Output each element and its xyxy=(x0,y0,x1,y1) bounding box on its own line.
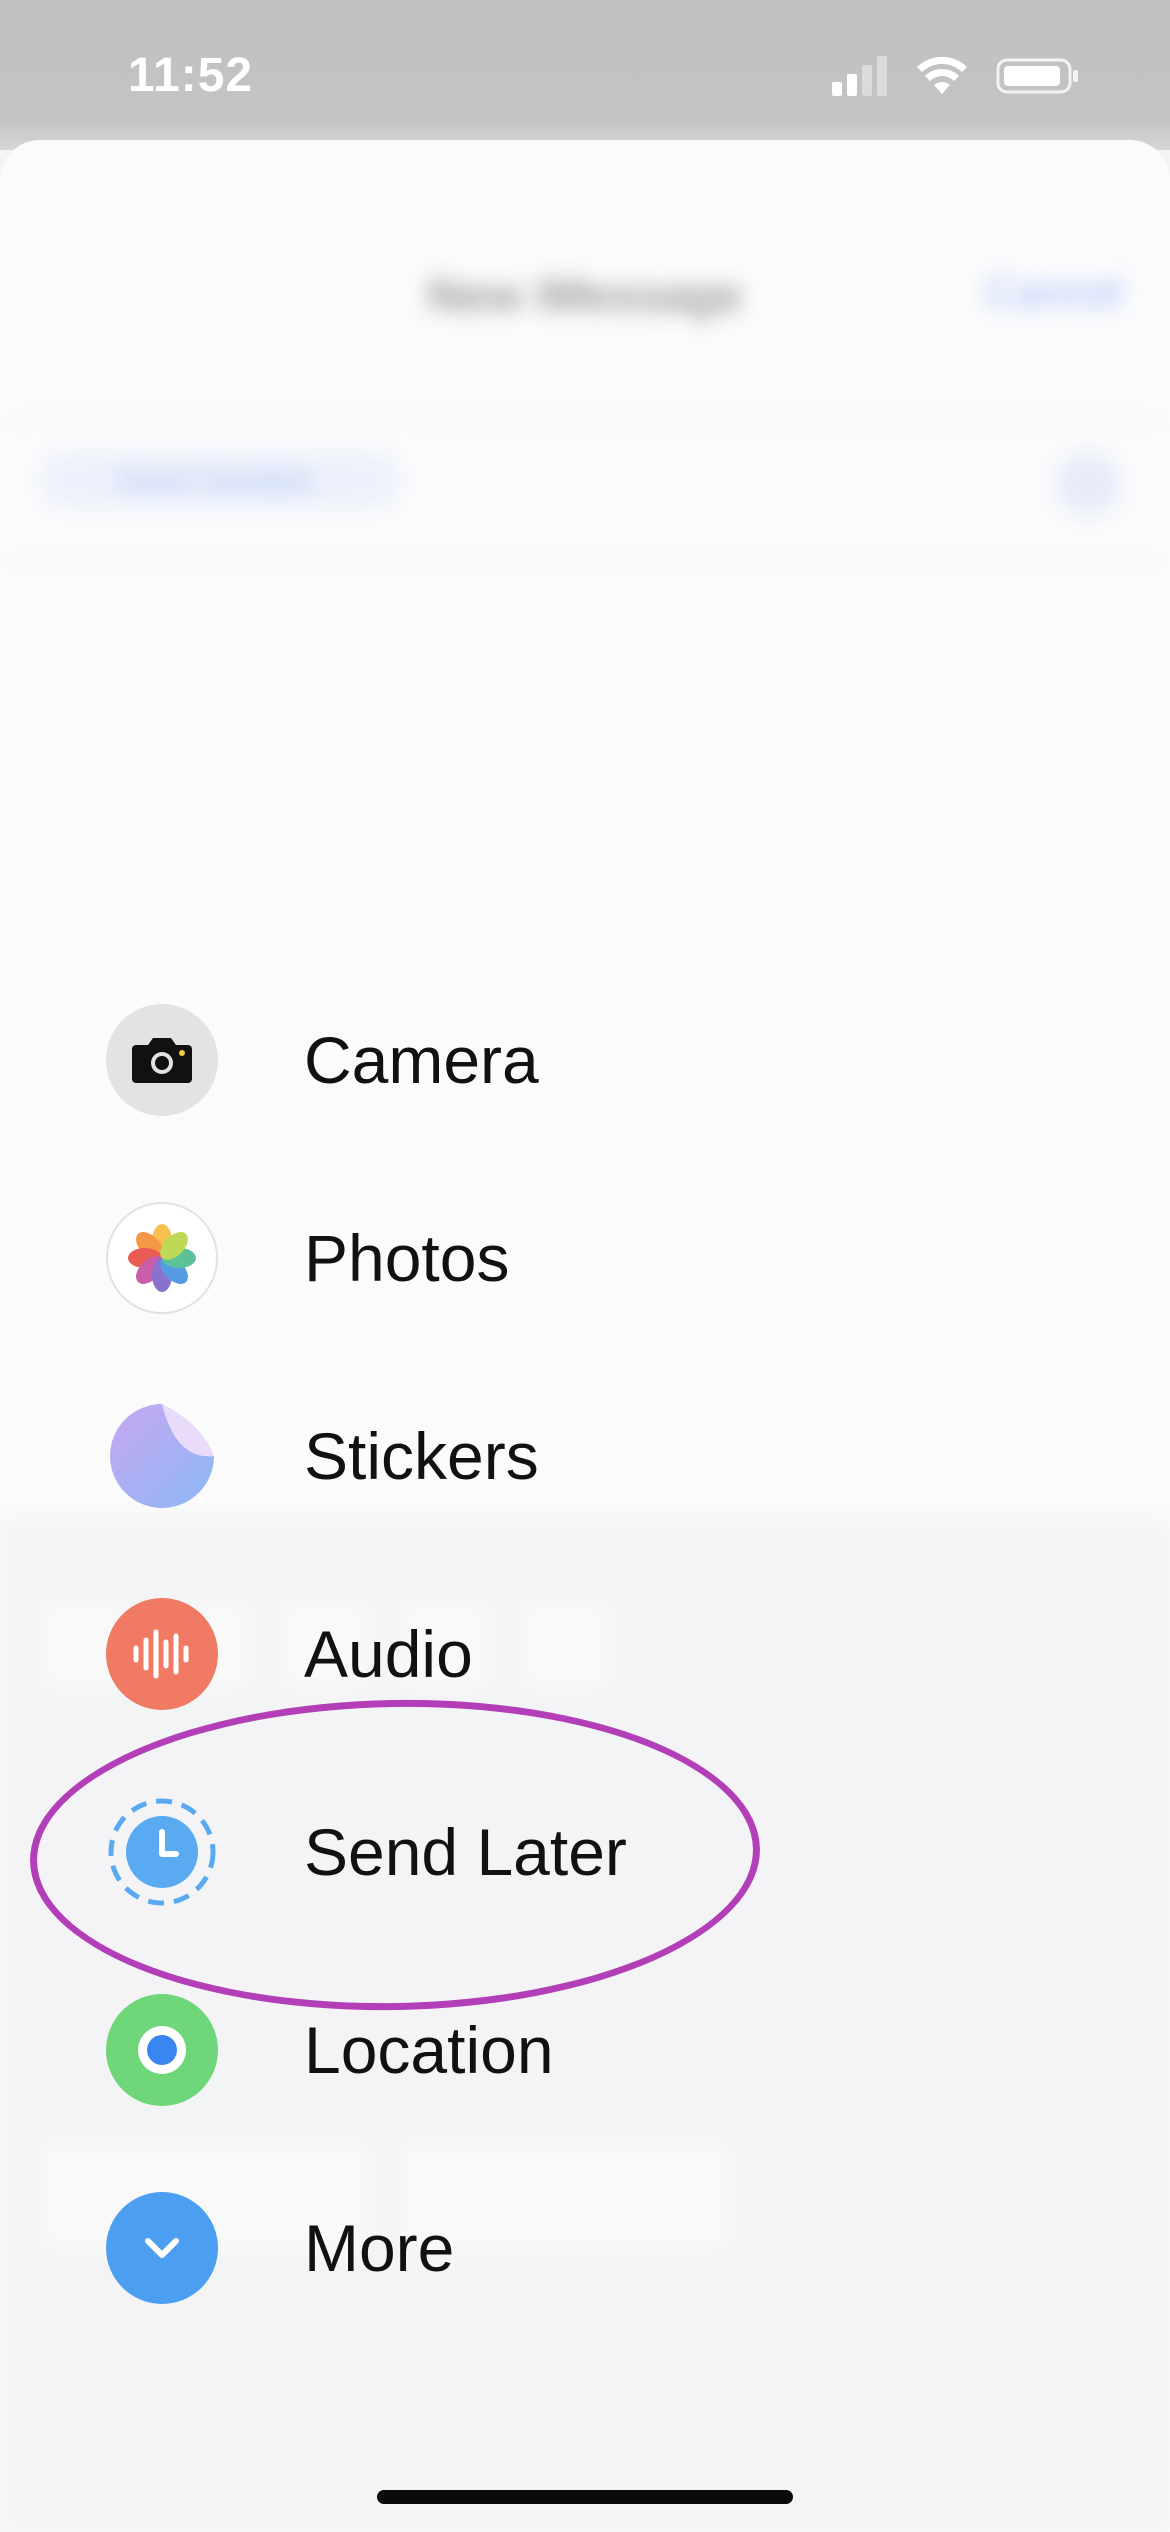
audio-waveform-icon xyxy=(106,1598,218,1710)
location-icon xyxy=(106,1994,218,2106)
menu-item-stickers[interactable]: Stickers xyxy=(106,1400,539,1512)
menu-item-label: Location xyxy=(304,2013,554,2087)
menu-item-photos[interactable]: Photos xyxy=(106,1202,509,1314)
stickers-icon xyxy=(106,1400,218,1512)
chevron-down-icon xyxy=(106,2192,218,2304)
menu-item-label: Photos xyxy=(304,1221,510,1295)
key xyxy=(520,1600,610,1690)
wifi-icon xyxy=(917,56,967,94)
battery-icon xyxy=(996,58,1078,94)
recipient-label: Kent Gordon xyxy=(120,462,313,500)
menu-item-more[interactable]: More xyxy=(106,2192,454,2304)
menu-item-audio[interactable]: Audio xyxy=(106,1598,473,1710)
signal-icon xyxy=(832,56,887,96)
menu-item-label: More xyxy=(304,2211,455,2285)
menu-item-label: Stickers xyxy=(304,1419,539,1493)
camera-icon xyxy=(106,1004,218,1116)
status-time: 11:52 xyxy=(128,49,254,102)
menu-item-label: Camera xyxy=(304,1023,539,1097)
status-icons xyxy=(832,56,1080,96)
add-recipient-button[interactable] xyxy=(1056,452,1120,516)
menu-item-camera[interactable]: Camera xyxy=(106,1004,539,1116)
cancel-button[interactable]: Cancel xyxy=(985,268,1122,318)
menu-item-location[interactable]: Location xyxy=(106,1994,554,2106)
home-indicator xyxy=(377,2490,793,2504)
divider xyxy=(0,420,1170,422)
menu-item-label: Audio xyxy=(304,1617,473,1691)
photos-icon xyxy=(106,1202,218,1314)
divider xyxy=(0,560,1170,562)
status-bar: 11:52 xyxy=(0,0,1170,150)
